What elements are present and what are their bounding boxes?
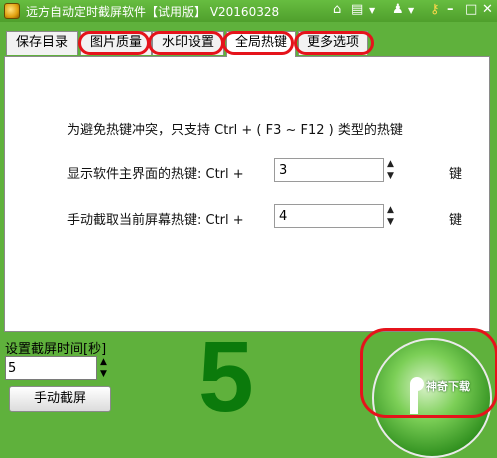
tab-global-hotkeys[interactable]: 全局热键 <box>226 31 296 57</box>
tab-image-quality[interactable]: 图片质量 <box>80 31 152 55</box>
manual-capture-button[interactable]: 手动截屏 <box>9 386 111 412</box>
maximize-icon[interactable]: □ <box>465 2 477 17</box>
capture-hotkey-spinner[interactable]: ▲ ▼ <box>387 204 397 230</box>
capture-hotkey-input[interactable] <box>274 204 384 228</box>
user-icon[interactable]: ♟ <box>392 2 404 17</box>
home-icon[interactable]: ⌂ <box>333 2 341 17</box>
watermark-logo-icon <box>410 377 424 391</box>
title-bar: 远方自动定时截屏软件【试用版】 V20160328 ⌂ ▤ ▼ ♟ ▼ ⚷ – … <box>0 0 497 22</box>
minimize-icon[interactable]: – <box>447 2 454 17</box>
menu-icon[interactable]: ▤ <box>351 2 363 17</box>
dropdown-icon[interactable]: ▼ <box>369 6 375 15</box>
interval-label: 设置截屏时间[秒] <box>5 342 107 357</box>
show-main-hotkey-input[interactable] <box>274 158 384 182</box>
watermark-text: 神奇下载 <box>426 380 470 393</box>
capture-hotkey-label: 手动截取当前屏幕热键: Ctrl + <box>67 213 244 228</box>
app-icon <box>4 3 20 19</box>
tab-watermark-settings[interactable]: 水印设置 <box>152 31 224 55</box>
hotkey-note: 为避免热键冲突，只支持 Ctrl + ( F3 ~ F12 ) 类型的热键 <box>67 123 403 138</box>
interval-spinner[interactable]: ▲ ▼ <box>100 356 107 380</box>
show-main-hotkey-label: 显示软件主界面的热键: Ctrl + <box>67 167 244 182</box>
countdown-display: 5 <box>198 321 254 433</box>
show-main-hotkey-unit: 键 <box>449 167 463 182</box>
tab-more-options[interactable]: 更多选项 <box>298 31 368 55</box>
tab-save-directory[interactable]: 保存目录 <box>6 31 78 55</box>
hotkey-panel: 为避免热键冲突，只支持 Ctrl + ( F3 ~ F12 ) 类型的热键 显示… <box>4 56 490 332</box>
show-main-hotkey-spinner[interactable]: ▲ ▼ <box>387 158 397 184</box>
window-title: 远方自动定时截屏软件【试用版】 V20160328 <box>26 5 280 19</box>
dropdown-icon[interactable]: ▼ <box>408 6 414 15</box>
interval-input[interactable] <box>5 356 97 380</box>
key-icon[interactable]: ⚷ <box>430 2 440 17</box>
close-icon[interactable]: ✕ <box>482 2 493 17</box>
start-button[interactable] <box>372 338 492 458</box>
capture-hotkey-unit: 键 <box>449 213 463 228</box>
